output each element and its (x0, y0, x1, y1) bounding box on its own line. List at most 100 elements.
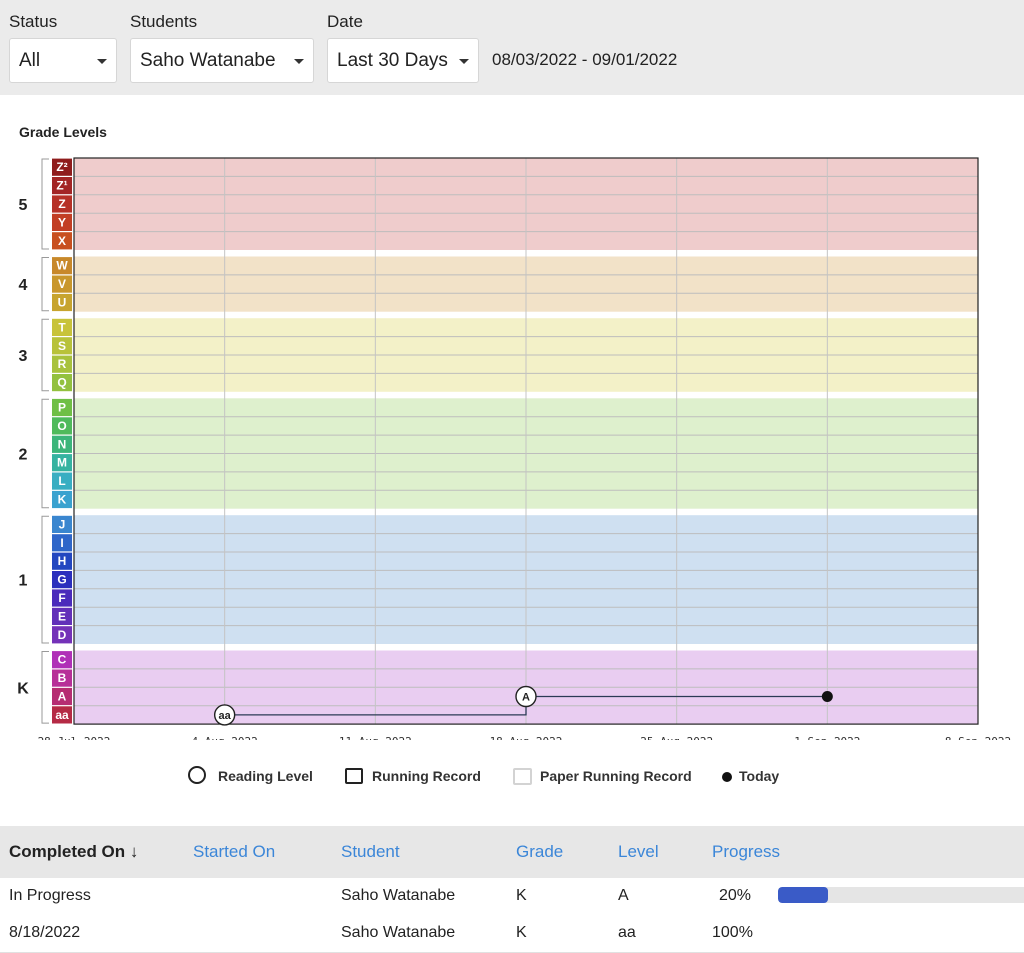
grade-label: 1 (19, 573, 28, 590)
grade-cell: K (516, 887, 527, 904)
progress-text-cell: 20% (719, 887, 752, 904)
status-select[interactable]: All (9, 38, 117, 83)
level-label: V (58, 277, 66, 291)
level-label: M (57, 456, 67, 470)
x-tick-label: 11-Aug-2022 (339, 735, 412, 740)
level-label: B (58, 671, 67, 685)
students-select[interactable]: Saho Watanabe (130, 38, 314, 83)
column-grade[interactable]: Grade (516, 842, 563, 862)
legend-label: Paper Running Record (540, 768, 692, 784)
students-select-value: Saho Watanabe (140, 50, 276, 71)
level-label: S (58, 339, 66, 353)
progress-bar (778, 887, 1024, 903)
chevron-down-icon (459, 59, 469, 64)
completed-on-cell: 8/18/2022 (9, 924, 81, 941)
level-label: L (58, 474, 65, 488)
reading-level-marker-label: aa (219, 710, 232, 722)
level-label: I (60, 536, 63, 550)
x-tick-label: 18-Aug-2022 (490, 735, 563, 740)
today-marker (821, 691, 833, 702)
dot-icon (722, 772, 732, 782)
grade-cell: K (516, 924, 527, 941)
chevron-down-icon (97, 59, 107, 64)
grade-label: K (17, 680, 29, 697)
level-label: C (58, 653, 67, 667)
level-label: E (58, 609, 66, 623)
level-label: Z (58, 197, 65, 211)
level-label: Z² (56, 160, 67, 174)
filter-bar: Status All Students Saho Watanabe Date L… (0, 0, 1024, 95)
status-filter-label: Status (9, 12, 58, 31)
level-label: Q (57, 376, 66, 390)
table-header: Completed On ↓ Started On Student Grade … (0, 826, 1024, 878)
date-select[interactable]: Last 30 Days (327, 38, 479, 83)
level-label: aa (55, 708, 69, 722)
level-cell: aa (618, 924, 636, 941)
column-started-on[interactable]: Started On (193, 842, 275, 862)
square-icon (345, 768, 363, 784)
reading-level-marker-label: A (522, 692, 530, 704)
level-label: Z¹ (56, 179, 67, 193)
grade-bracket (41, 257, 49, 312)
column-progress[interactable]: Progress (712, 842, 780, 862)
level-label: R (58, 357, 67, 371)
grade-label: 3 (19, 348, 28, 365)
date-range-text: 08/03/2022 - 09/01/2022 (492, 50, 678, 69)
legend-label: Reading Level (218, 768, 313, 784)
x-tick-label: 28-Jul-2022 (38, 735, 111, 740)
grade-levels-chart: Z²Z¹ZYX5WVU4TSRQ3PONMLK2JIHGFED1CBAaaK28… (17, 157, 1011, 740)
completed-on-cell: In Progress (9, 887, 91, 904)
chevron-down-icon (294, 59, 304, 64)
x-tick-label: 4-Aug-2022 (192, 735, 258, 740)
paper-square-icon (513, 768, 532, 785)
x-tick-label: 1-Sep-2022 (794, 735, 860, 740)
grade-label: 2 (19, 447, 28, 464)
level-label: A (58, 690, 67, 704)
students-filter-label: Students (130, 12, 198, 31)
column-student[interactable]: Student (341, 842, 400, 862)
level-label: G (57, 573, 66, 587)
column-completed-on[interactable]: Completed On ↓ (9, 842, 138, 862)
student-cell: Saho Watanabe (341, 924, 456, 941)
level-label: K (58, 493, 67, 507)
date-select-value: Last 30 Days (337, 50, 448, 71)
chart-title: Grade Levels (19, 124, 107, 140)
legend-label: Today (739, 768, 780, 784)
table-row[interactable]: 8/18/2022 Saho Watanabe K aa 100% (0, 915, 1024, 953)
level-label: J (59, 517, 66, 531)
grade-label: 5 (19, 197, 28, 214)
x-tick-label: 25-Aug-2022 (640, 735, 713, 740)
grade-bracket (41, 515, 49, 644)
level-label: P (58, 401, 66, 415)
progress-bar-fill (778, 887, 828, 903)
level-cell: A (618, 887, 629, 904)
grade-bracket (41, 158, 49, 250)
circle-icon (188, 766, 206, 784)
level-label: Y (58, 215, 66, 229)
legend-item-today: Today (722, 768, 780, 784)
table-row[interactable]: In Progress Saho Watanabe K A 20% (0, 878, 1024, 916)
legend-item-reading-level: Reading Level (188, 766, 313, 784)
x-tick-label: 8-Sep-2022 (945, 735, 1011, 740)
level-label: H (58, 554, 67, 568)
level-label: W (56, 259, 68, 273)
legend-item-running-record: Running Record (345, 768, 481, 784)
level-label: D (58, 628, 67, 642)
student-cell: Saho Watanabe (341, 887, 456, 904)
status-select-value: All (19, 50, 41, 71)
grade-bracket (41, 398, 49, 509)
legend-label: Running Record (372, 768, 481, 784)
column-level[interactable]: Level (618, 842, 659, 862)
grade-bracket (41, 318, 49, 392)
level-label: U (58, 296, 67, 310)
level-label: F (58, 591, 65, 605)
level-label: T (58, 320, 66, 334)
progress-text-cell: 100% (712, 924, 753, 941)
level-label: X (58, 234, 66, 248)
level-label: O (57, 419, 66, 433)
legend-item-paper-running-record: Paper Running Record (513, 768, 692, 785)
grade-bracket (41, 651, 49, 724)
grade-label: 4 (19, 277, 28, 294)
date-filter-label: Date (327, 12, 363, 31)
level-label: N (58, 437, 67, 451)
